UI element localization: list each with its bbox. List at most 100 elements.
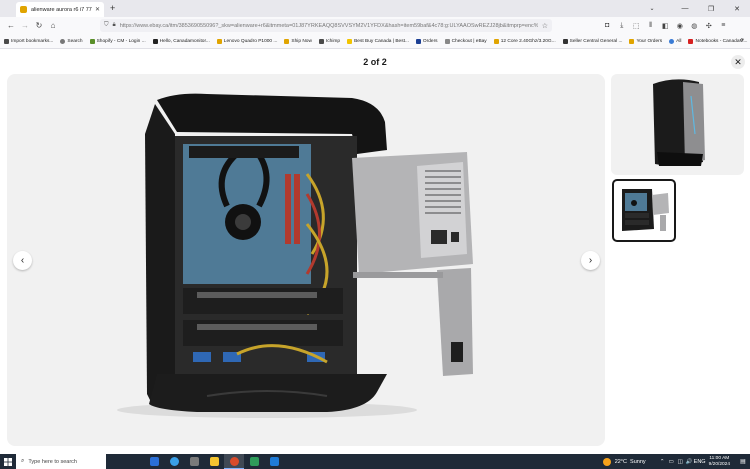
firefox-icon[interactable]: [224, 454, 244, 469]
bookmark-item[interactable]: 12 Core 2.40Ghz/3.20G...: [493, 38, 556, 44]
weather-widget[interactable]: 22°C Sunny: [602, 457, 646, 466]
sidebar-icon[interactable]: ◧: [658, 22, 673, 30]
bookmark-item[interactable]: Shopify - CM - Login ...: [89, 38, 146, 44]
edge-icon[interactable]: [164, 454, 184, 469]
bookmarks-bar: Import bookmarks... Search Shopify - CM …: [0, 34, 750, 49]
network-icon[interactable]: ◫: [676, 459, 685, 465]
window-close-button[interactable]: ✕: [724, 5, 750, 13]
bookmark-label: Shopify - CM - Login ...: [96, 38, 146, 44]
bookmark-item[interactable]: Seller Central General ...: [562, 38, 622, 44]
folder-icon: [216, 38, 222, 44]
bookmark-item[interactable]: Search: [60, 38, 83, 44]
tab-title: alienware aurora r6 i7 7700k 16GB RAM: [31, 6, 92, 13]
tab-close-icon[interactable]: ✕: [95, 6, 100, 13]
viewer-close-button[interactable]: ✕: [731, 55, 745, 69]
clock-time: 11:00 AM: [709, 455, 730, 461]
downloads-icon[interactable]: ⤓: [615, 22, 630, 30]
library-icon[interactable]: ⫴: [644, 22, 659, 30]
shield-icon[interactable]: ⛉: [104, 22, 109, 29]
bookmark-item[interactable]: Hello, Canadamonitor...: [152, 38, 210, 44]
amazon-icon: [152, 38, 158, 44]
thumbnail-1[interactable]: [611, 74, 744, 175]
extensions-icon[interactable]: ✣: [702, 22, 717, 30]
checkout-icon: [444, 38, 450, 44]
bookmark-item[interactable]: Ship Now: [284, 38, 312, 44]
browser-tab[interactable]: alienware aurora r6 i7 7700k 16GB RAM ✕: [16, 2, 104, 17]
bookmark-label: Ship Now: [291, 38, 312, 44]
bookmark-star-icon[interactable]: ☆: [542, 22, 548, 30]
bookmark-item[interactable]: All: [669, 38, 681, 44]
bookmarks-overflow-icon[interactable]: »: [741, 37, 744, 43]
bookmark-item[interactable]: Ichimp: [318, 38, 341, 44]
back-button[interactable]: ←: [4, 21, 18, 30]
bookmark-item[interactable]: Checkout | eBay: [444, 38, 487, 44]
maximize-button[interactable]: ❐: [698, 5, 724, 13]
bookmark-item[interactable]: Lenovo Quadro P1000 ...: [216, 38, 278, 44]
app-icon[interactable]: [244, 454, 264, 469]
task-view-icon[interactable]: [144, 454, 164, 469]
lock-icon[interactable]: 🔒︎: [113, 22, 116, 29]
home-button[interactable]: ⌂: [46, 21, 60, 30]
bookmark-label: Best Buy Canada | Best...: [354, 38, 409, 44]
previous-image-button[interactable]: ‹: [13, 251, 32, 270]
bookmark-item[interactable]: Orders: [415, 38, 438, 44]
search-icon: ⌕: [21, 458, 25, 464]
windows-logo-icon: [4, 457, 12, 466]
taskbar-apps: [144, 454, 284, 469]
window-controls: — ❐ ✕: [672, 0, 750, 17]
clock[interactable]: 11:00 AM 9/20/2024: [709, 456, 730, 468]
store-icon[interactable]: [184, 454, 204, 469]
mail-icon[interactable]: [264, 454, 284, 469]
screenshot-icon[interactable]: ⬚: [629, 22, 644, 30]
file-explorer-icon[interactable]: [204, 454, 224, 469]
bookmark-label: Checkout | eBay: [451, 38, 487, 44]
volume-icon[interactable]: 🔊: [685, 459, 694, 465]
address-bar[interactable]: ⛉ 🔒︎ https://www.ebay.ca/itm/38536905509…: [100, 19, 552, 32]
bookmark-item[interactable]: Notebooks - CanadaM...: [688, 38, 747, 44]
minimize-button[interactable]: —: [672, 5, 698, 12]
notifications-icon[interactable]: ▤: [738, 458, 748, 465]
bookmark-label: Lenovo Quadro P1000 ...: [223, 38, 278, 44]
bookmark-label: Orders: [422, 38, 438, 44]
show-hidden-icons-icon[interactable]: ⌃: [658, 459, 667, 465]
forward-button[interactable]: →: [18, 21, 32, 30]
bookmark-item[interactable]: Import bookmarks...: [4, 38, 53, 44]
next-image-button[interactable]: ›: [581, 251, 600, 270]
pc-chassis-open-thumbnail: [622, 189, 669, 231]
pocket-icon[interactable]: ◘: [600, 22, 615, 30]
taskbar-search-placeholder: Type here to search: [28, 458, 77, 465]
image-counter: 2 of 2: [363, 57, 387, 67]
pc-tower-front-thumbnail: [653, 79, 705, 166]
battery-icon[interactable]: ▭: [667, 459, 676, 465]
maple-leaf-icon: [688, 38, 694, 44]
thumbnail-2-selected[interactable]: [612, 179, 676, 242]
ebay-favicon-icon: [20, 6, 27, 13]
taskbar-search-box[interactable]: ⌕ Type here to search: [16, 454, 106, 469]
pc-chassis-open-image: [117, 93, 473, 418]
weather-condition: Sunny: [630, 458, 646, 465]
shopify-icon: [89, 38, 95, 44]
bookmark-label: Ichimp: [325, 38, 341, 44]
search-icon: [60, 38, 66, 44]
reload-button[interactable]: ↻: [32, 21, 46, 30]
account-icon[interactable]: ◉: [673, 22, 688, 30]
vpn-icon[interactable]: ◍: [687, 22, 702, 30]
menu-icon[interactable]: ≡: [716, 22, 731, 30]
bookmark-item[interactable]: Best Buy Canada | Best...: [347, 38, 409, 44]
weather-temp: 22°C: [614, 458, 627, 465]
ichimp-icon: [318, 38, 324, 44]
screen: alienware aurora r6 i7 7700k 16GB RAM ✕ …: [0, 0, 750, 469]
bestbuy-icon: [347, 38, 353, 44]
start-button[interactable]: [0, 454, 16, 469]
folder-icon: [284, 38, 290, 44]
bookmark-label: Hello, Canadamonitor...: [159, 38, 210, 44]
bookmark-label: Your Orders: [636, 38, 663, 44]
new-tab-button[interactable]: +: [110, 4, 115, 13]
image-viewer: 2 of 2 ✕ ‹ ›: [0, 49, 750, 454]
url-text[interactable]: https://www.ebay.ca/itm/385369055096?_sk…: [120, 23, 538, 29]
main-image-stage[interactable]: ‹ ›: [7, 74, 605, 446]
list-all-tabs-icon[interactable]: ⌄: [640, 5, 664, 12]
language-indicator[interactable]: ENG: [694, 459, 706, 465]
system-tray: 22°C Sunny ⌃ ▭ ◫ 🔊 ENG 11:00 AM 9/20/202…: [602, 454, 750, 469]
bookmark-item[interactable]: Your Orders: [629, 38, 663, 44]
